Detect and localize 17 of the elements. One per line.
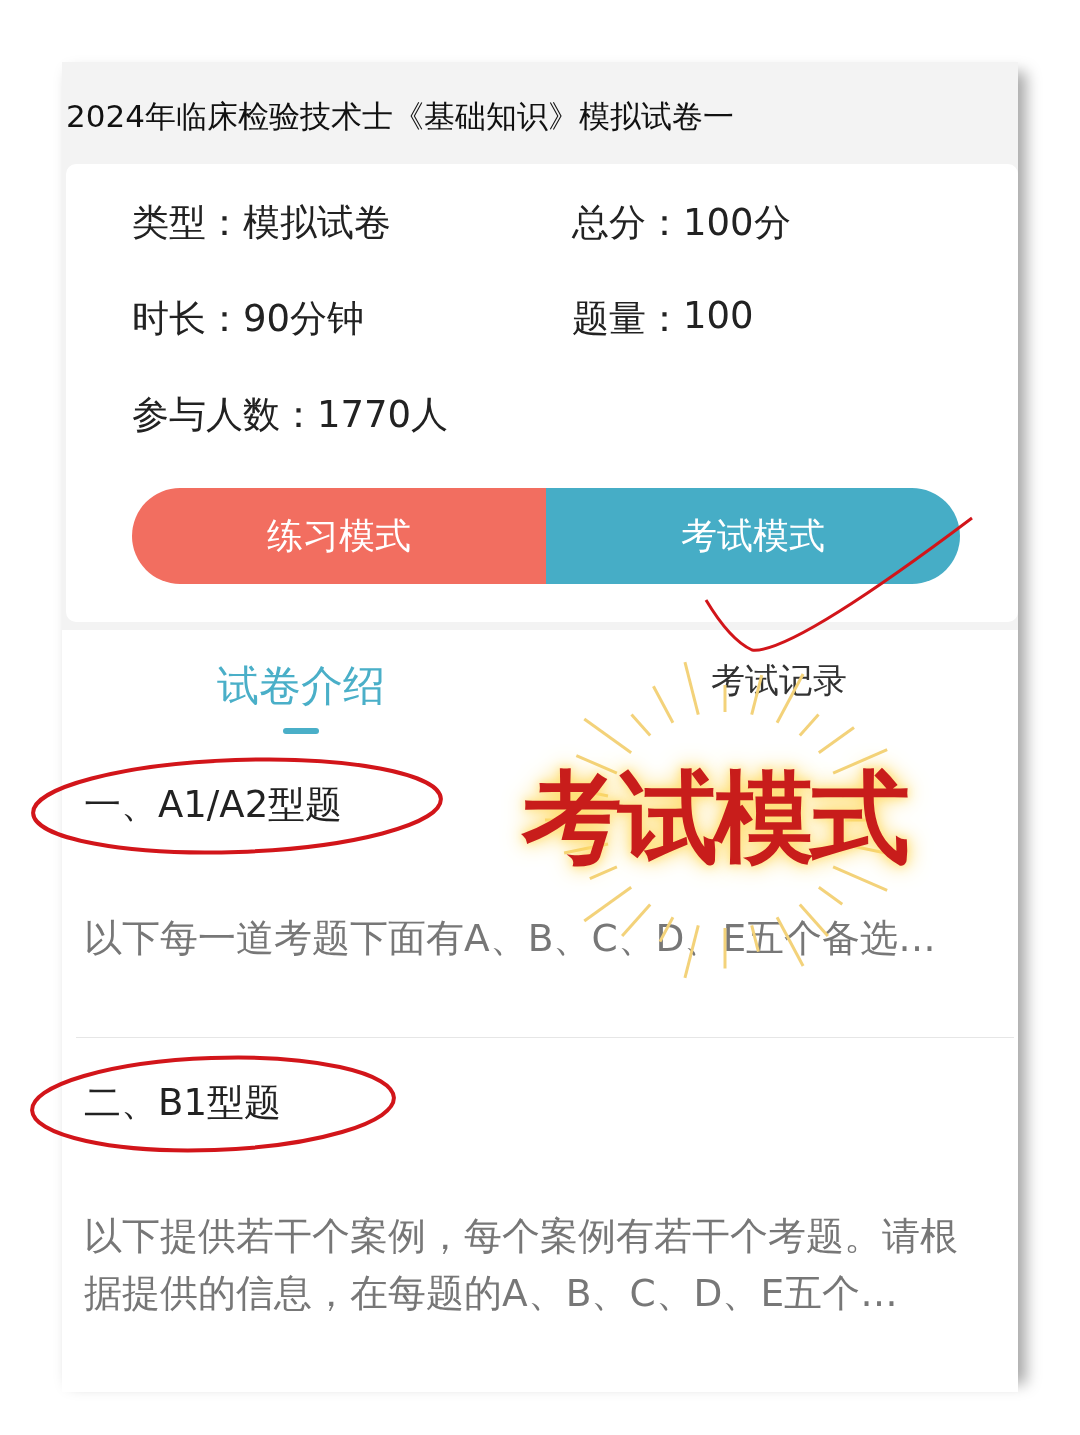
section-heading: 一、A1/A2型题: [84, 782, 343, 828]
info-label: 参与人数：: [132, 392, 317, 438]
section-heading: 二、B1型题: [84, 1080, 281, 1126]
info-value: 1770人: [317, 392, 449, 438]
tab[interactable]: 试卷介绍: [62, 658, 540, 740]
info-label: 时长：: [132, 296, 243, 342]
mode-button[interactable]: 练习模式: [132, 488, 546, 584]
info-label: 总分：: [572, 200, 683, 246]
info-label: 类型：: [132, 200, 243, 246]
mode-button[interactable]: 考试模式: [546, 488, 960, 584]
info-value: 100: [683, 294, 754, 339]
info-value: 90分钟: [243, 296, 365, 342]
exam-title: 2024年临床检验技术士《基础知识》模拟试卷一: [65, 97, 735, 136]
info-value: 模拟试卷: [243, 200, 391, 246]
section-description: 以下提供若干个案例，每个案例有若干个考题。请根据提供的信息，在每题的A、B、C、D、E五个…: [84, 1213, 959, 1317]
info-value: 100分: [683, 200, 791, 246]
info-label: 题量：: [572, 296, 683, 342]
